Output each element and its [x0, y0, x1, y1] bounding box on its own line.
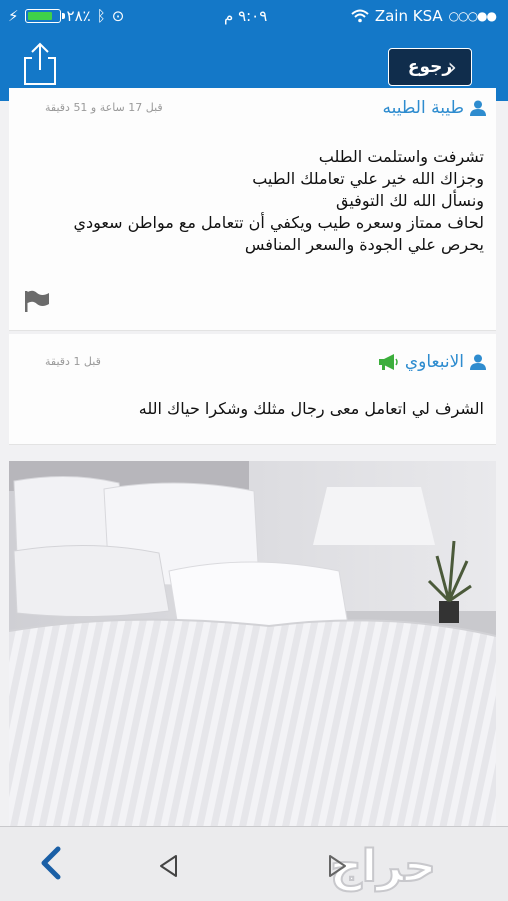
comment-line: وجزاك الله خير علي تعاملك الطيب	[252, 169, 484, 188]
report-flag-icon[interactable]	[23, 290, 51, 312]
comment-line: الشرف لي اتعامل معى رجال مثلك وشكرا حياك…	[138, 399, 484, 418]
share-icon[interactable]	[22, 42, 58, 86]
comment-line: يحرص علي الجودة والسعر المنافس	[244, 235, 484, 254]
comment-author-link[interactable]: طيبة الطيبه	[382, 98, 486, 118]
comment-header: طيبة الطيبه قبل 17 ساعة و 51 دقيقة	[9, 96, 496, 130]
comment-author: طيبة الطيبه	[382, 98, 464, 118]
user-icon	[470, 100, 486, 116]
product-photo[interactable]	[9, 461, 496, 826]
back-button-label: رجوع	[407, 57, 453, 77]
comment-card: الانبعاوي قبل 1 دقيقة الشرف لي اتعامل مع…	[9, 334, 496, 445]
comment-time: قبل 17 ساعة و 51 دقيقة	[45, 101, 163, 114]
charging-icon: ⚡	[8, 7, 19, 25]
bluetooth-icon: ᛒ	[96, 7, 106, 25]
comment-body: الشرف لي اتعامل معى رجال مثلك وشكرا حياك…	[21, 398, 484, 420]
battery-icon	[24, 9, 65, 23]
haraj-logo: حراج	[329, 840, 437, 893]
wifi-icon	[351, 9, 369, 23]
chevron-right-icon: ›	[447, 53, 457, 81]
comment-author: الانبعاوي	[404, 352, 464, 372]
comment-author-link[interactable]: الانبعاوي	[377, 352, 486, 372]
comment-body: تشرفت واستلمت الطلب وجزاك الله خير علي ت…	[21, 146, 484, 256]
comment-line: لحاف ممتاز وسعره طيب ويكفي أن تتعامل مع …	[73, 213, 484, 232]
bedding-image	[9, 461, 496, 826]
next-icon[interactable]	[324, 853, 350, 879]
top-bar: ⚡ ٢٨٪ ᛒ ⊙ ٩:٠٩ م Zain KSA ○○○●● رجوع ›	[0, 0, 508, 101]
megaphone-icon	[378, 354, 398, 370]
previous-icon[interactable]	[156, 853, 182, 879]
bottom-toolbar: حراج	[0, 826, 508, 901]
comment-card: طيبة الطيبه قبل 17 ساعة و 51 دقيقة تشرفت…	[9, 88, 496, 331]
status-time: ٩:٠٩ م	[224, 7, 268, 25]
signal-dots: ○○○●●	[448, 9, 497, 23]
battery-percent: ٢٨٪	[66, 7, 91, 25]
status-bar: ⚡ ٢٨٪ ᛒ ⊙ ٩:٠٩ م Zain KSA ○○○●●	[0, 0, 508, 34]
rotation-lock-icon: ⊙	[111, 7, 125, 25]
carrier-name: Zain KSA	[374, 7, 443, 25]
user-icon	[470, 354, 486, 370]
back-button[interactable]: رجوع ›	[388, 48, 472, 86]
comment-header: الانبعاوي قبل 1 دقيقة	[9, 350, 496, 384]
back-arrow-icon[interactable]	[36, 843, 66, 883]
comment-line: تشرفت واستلمت الطلب	[318, 147, 484, 166]
comment-time: قبل 1 دقيقة	[45, 355, 101, 368]
comment-line: ونسأل الله لك التوفيق	[336, 191, 484, 210]
